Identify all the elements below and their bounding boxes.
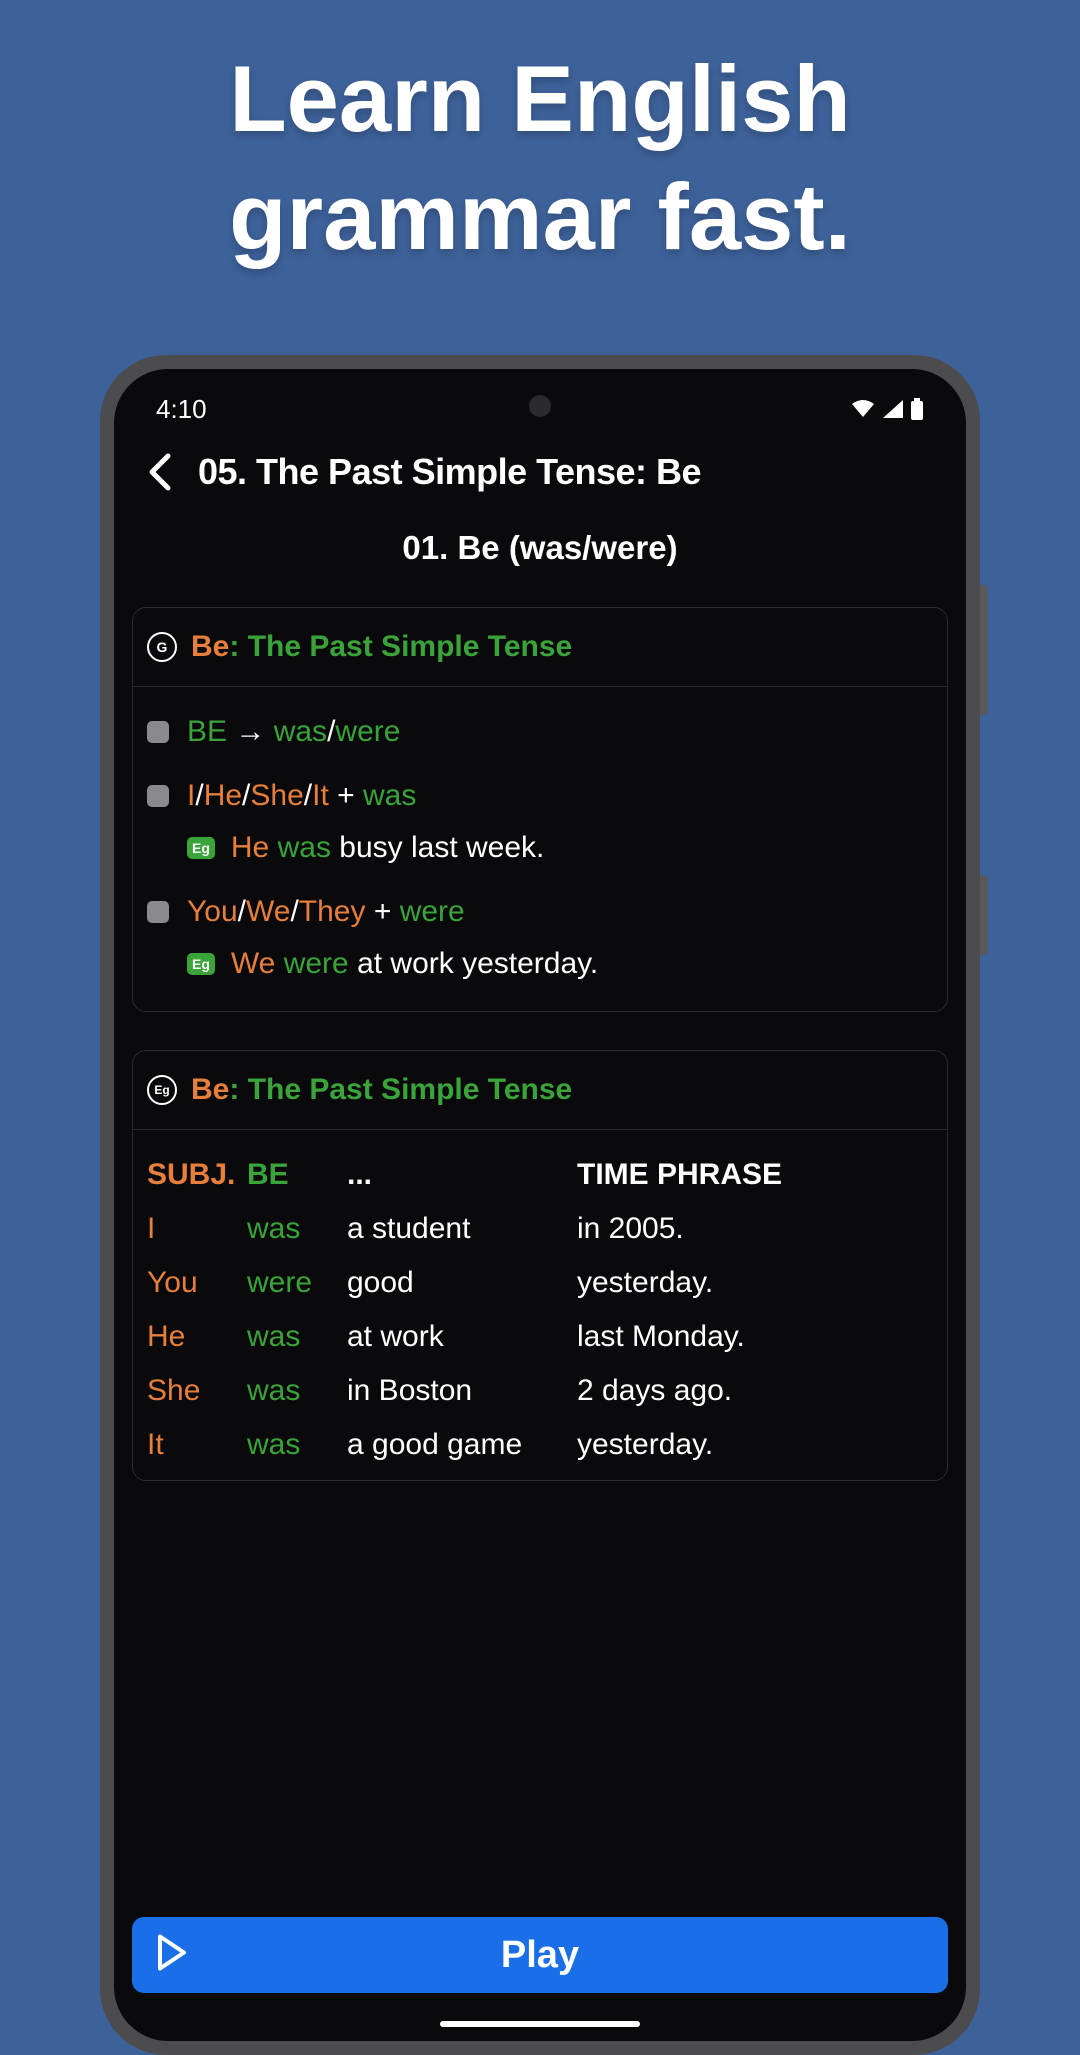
col-header-be: BE — [247, 1158, 347, 1192]
play-label: Play — [501, 1934, 579, 1977]
cell-mid: good — [347, 1266, 577, 1300]
grammar-card-title: Be: The Past Simple Tense — [191, 630, 572, 664]
cell-subj: You — [147, 1266, 247, 1300]
title-sep: : — [229, 1073, 247, 1106]
phone-screen: 4:10 05. The Past Simple Tense: Be 01. B… — [114, 369, 966, 2041]
cell-subj: She — [147, 1374, 247, 1408]
cell-mid: a good game — [347, 1428, 577, 1462]
rule-line: BE → was/were — [147, 715, 933, 749]
cell-mid: in Boston — [347, 1374, 577, 1408]
cell-subj: He — [147, 1320, 247, 1354]
eg-badge: Eg — [187, 837, 215, 859]
play-button[interactable]: Play — [132, 1917, 948, 1993]
side-button — [980, 585, 988, 715]
checkbox[interactable] — [147, 901, 169, 923]
example-badge-icon: Eg — [147, 1075, 177, 1105]
cell-be: was — [247, 1428, 347, 1462]
cell-be: was — [247, 1374, 347, 1408]
rule-list: BE → was/were I/He/She/It + was Eg He wa… — [133, 687, 947, 1011]
cell-subj: I — [147, 1212, 247, 1246]
table-row: You were good yesterday. — [147, 1256, 933, 1310]
cell-subj: It — [147, 1428, 247, 1462]
app-header: 05. The Past Simple Tense: Be — [132, 429, 948, 509]
camera-notch — [529, 395, 551, 417]
title-be: Be — [191, 630, 229, 663]
cell-mid: at work — [347, 1320, 577, 1354]
cell-time: last Monday. — [577, 1320, 933, 1354]
eg-badge: Eg — [187, 953, 215, 975]
status-icons — [850, 398, 924, 420]
cell-be: was — [247, 1320, 347, 1354]
cell-time: in 2005. — [577, 1212, 933, 1246]
grammar-card-header: G Be: The Past Simple Tense — [133, 608, 947, 687]
cell-be: was — [247, 1212, 347, 1246]
cell-be: were — [247, 1266, 347, 1300]
rule-item: You/We/They + were Eg We were at work ye… — [147, 873, 933, 989]
rule-text: You/We/They + were — [187, 895, 465, 929]
table-row: She was in Boston 2 days ago. — [147, 1364, 933, 1418]
cell-time: 2 days ago. — [577, 1374, 933, 1408]
cell-time: yesterday. — [577, 1266, 933, 1300]
wifi-icon — [850, 399, 876, 419]
signal-icon — [882, 399, 904, 419]
rule-text: BE → was/were — [187, 715, 400, 749]
rule-text: I/He/She/It + was — [187, 779, 416, 813]
checkbox[interactable] — [147, 721, 169, 743]
example-line: Eg He was busy last week. — [147, 813, 933, 865]
phone-frame: 4:10 05. The Past Simple Tense: Be 01. B… — [100, 355, 980, 2055]
example-line: Eg We were at work yesterday. — [147, 929, 933, 981]
title-be: Be — [191, 1073, 229, 1106]
back-button[interactable] — [140, 452, 180, 492]
title-rest: The Past Simple Tense — [248, 630, 573, 663]
rule-line: You/We/They + were — [147, 895, 933, 929]
side-button — [980, 875, 988, 955]
example-text: He was busy last week. — [231, 831, 545, 865]
col-header-mid: ... — [347, 1158, 577, 1192]
grammar-card: G Be: The Past Simple Tense BE → was/wer… — [132, 607, 948, 1012]
table-header-row: SUBJ. BE ... TIME PHRASE — [147, 1148, 933, 1202]
title-sep: : — [229, 630, 247, 663]
table-row: He was at work last Monday. — [147, 1310, 933, 1364]
col-header-subj: SUBJ. — [147, 1158, 247, 1192]
home-indicator[interactable] — [440, 2021, 640, 2027]
status-time: 4:10 — [156, 394, 207, 425]
example-text: We were at work yesterday. — [231, 947, 598, 981]
col-header-time: TIME PHRASE — [577, 1158, 933, 1192]
example-card-header: Eg Be: The Past Simple Tense — [133, 1051, 947, 1130]
cell-time: yesterday. — [577, 1428, 933, 1462]
table-row: It was a good game yesterday. — [147, 1418, 933, 1472]
title-rest: The Past Simple Tense — [248, 1073, 573, 1106]
grammar-badge-icon: G — [147, 632, 177, 662]
example-table: SUBJ. BE ... TIME PHRASE I was a student… — [133, 1130, 947, 1480]
battery-icon — [910, 398, 924, 420]
rule-item: BE → was/were — [147, 693, 933, 757]
play-icon — [154, 1933, 190, 1978]
example-card-title: Be: The Past Simple Tense — [191, 1073, 572, 1107]
promo-title: Learn English grammar fast. — [0, 0, 1080, 295]
lesson-subtitle: 01. Be (was/were) — [132, 509, 948, 607]
checkbox[interactable] — [147, 785, 169, 807]
rule-item: I/He/She/It + was Eg He was busy last we… — [147, 757, 933, 873]
example-card: Eg Be: The Past Simple Tense SUBJ. BE ..… — [132, 1050, 948, 1481]
rule-line: I/He/She/It + was — [147, 779, 933, 813]
page-title: 05. The Past Simple Tense: Be — [198, 451, 701, 493]
table-row: I was a student in 2005. — [147, 1202, 933, 1256]
chevron-left-icon — [146, 452, 174, 492]
cell-mid: a student — [347, 1212, 577, 1246]
